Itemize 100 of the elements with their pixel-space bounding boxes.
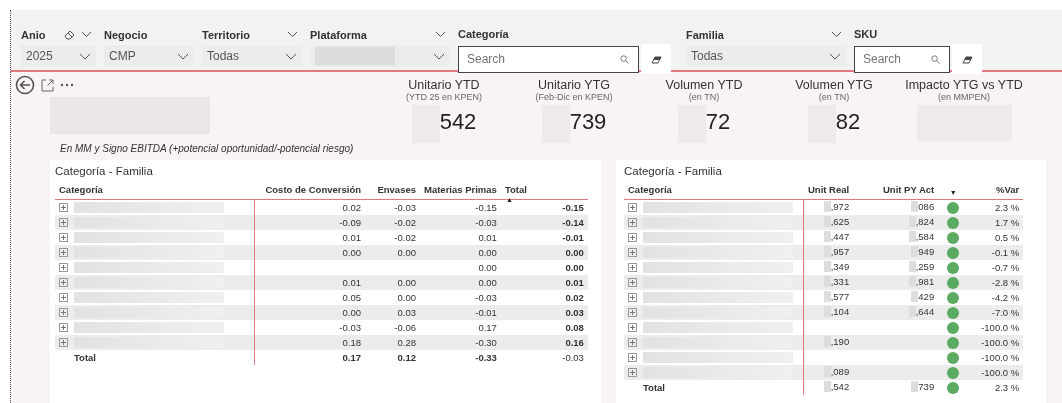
table-cell: -100.0 % <box>981 352 1020 363</box>
table-cell: 0.01 <box>478 232 497 243</box>
chevron-icon <box>79 52 91 60</box>
kpi-value: 542 <box>439 109 477 135</box>
redacted-block <box>911 201 919 212</box>
expand-icon[interactable] <box>59 338 68 347</box>
redacted-block <box>823 276 831 287</box>
table-cell: -0.02 <box>394 217 416 228</box>
dropdown[interactable]: 2025 <box>21 45 96 67</box>
chevron-icon[interactable] <box>435 31 446 38</box>
table-cell: ,542 <box>830 381 850 392</box>
redacted-block <box>911 291 919 302</box>
dropdown[interactable]: Todas <box>686 45 846 67</box>
column-header[interactable]: Materias Primas <box>424 183 497 195</box>
redacted-block <box>823 201 831 212</box>
expand-icon[interactable] <box>628 368 637 377</box>
expand-icon[interactable] <box>628 353 637 362</box>
table-cell: ,190 <box>830 336 850 347</box>
expand-icon[interactable] <box>59 233 68 242</box>
redacted-block <box>823 261 831 272</box>
expand-icon[interactable] <box>59 293 68 302</box>
focus-mode-icon[interactable] <box>41 78 54 92</box>
search-icon <box>620 54 629 64</box>
back-icon[interactable] <box>15 75 35 95</box>
expand-icon[interactable] <box>628 248 637 257</box>
clear-button[interactable] <box>952 44 982 74</box>
table-cell: -0.14 <box>562 217 584 228</box>
eraser-icon[interactable] <box>64 29 76 40</box>
expand-icon[interactable] <box>59 263 68 272</box>
expand-icon[interactable] <box>59 248 68 257</box>
search-field[interactable]: Search <box>458 45 639 73</box>
expand-icon[interactable] <box>628 263 637 272</box>
expand-icon[interactable] <box>59 203 68 212</box>
table-cell: 429 <box>918 291 935 302</box>
table-cell: ,331 <box>830 276 850 287</box>
column-header[interactable]: Total <box>504 183 527 195</box>
redacted-block <box>823 291 831 302</box>
total-label: Total <box>642 382 665 393</box>
chevron-icon[interactable] <box>81 31 92 38</box>
table-cell: 0.5 % <box>994 232 1020 243</box>
expand-icon[interactable] <box>59 278 68 287</box>
expand-icon[interactable] <box>628 278 637 287</box>
clear-button[interactable] <box>641 44 671 74</box>
column-header[interactable]: Costo de Conversión <box>265 183 361 195</box>
redacted-block <box>823 336 831 347</box>
table-cell: ,577 <box>830 291 850 302</box>
kpi-title: Volumen YTG <box>795 78 873 92</box>
redacted-block <box>823 246 831 257</box>
filter-label: Negocio <box>104 28 148 41</box>
table-cell: ,981 <box>915 276 935 287</box>
table-cell: 0.05 <box>342 292 361 303</box>
table-cell: 739 <box>918 381 935 392</box>
table-cell: -0.15 <box>475 202 497 213</box>
redacted-block <box>908 231 916 242</box>
table-cell: ,972 <box>830 201 850 212</box>
chevron-icon <box>285 52 297 60</box>
table-cell: 0.03 <box>397 307 416 318</box>
expand-icon[interactable] <box>628 293 637 302</box>
search-field[interactable]: Search <box>854 45 950 73</box>
expand-icon[interactable] <box>628 233 637 242</box>
expand-icon[interactable] <box>628 308 637 317</box>
table-cell: -0.7 % <box>991 262 1020 273</box>
column-header[interactable]: Unit Real <box>808 183 850 195</box>
table-cell: 0.03 <box>565 307 584 318</box>
column-header[interactable]: Envases <box>377 183 416 195</box>
table-cell: ,349 <box>830 261 850 272</box>
table-cell: -0.15 <box>562 202 584 213</box>
expand-icon[interactable] <box>59 218 68 227</box>
chevron-icon[interactable] <box>831 31 842 38</box>
expand-icon[interactable] <box>628 203 637 212</box>
chevron-icon <box>433 52 445 60</box>
table-cell: -0.01 <box>562 232 584 243</box>
table-cell: 0.00 <box>397 292 416 303</box>
column-header[interactable]: Unit PY Act <box>883 183 935 195</box>
expand-icon[interactable] <box>59 308 68 317</box>
redacted-block <box>908 216 916 227</box>
redacted-block <box>823 306 831 317</box>
column-header[interactable]: Categoría <box>628 183 672 195</box>
dropdown[interactable]: Todas <box>202 45 302 67</box>
kpi-value: 82 <box>835 109 861 135</box>
expand-icon[interactable] <box>628 338 637 347</box>
note-text: En MM y Signo EBITDA (+potencial oportunidad/-potencial riesgo) <box>60 143 355 154</box>
column-header[interactable]: Categoría <box>59 183 103 195</box>
expand-icon[interactable] <box>628 218 637 227</box>
redacted-block <box>908 261 916 272</box>
table-cell: 0.18 <box>342 337 361 348</box>
table-cell: 0.01 <box>565 277 584 288</box>
table-cell: 0.00 <box>397 247 416 258</box>
table-cell: -100.0 % <box>981 367 1020 378</box>
more-options-icon[interactable] <box>60 83 74 87</box>
table-cell: -0.09 <box>339 217 361 228</box>
table-cell: 0.00 <box>565 262 584 273</box>
column-header[interactable]: %Var <box>995 183 1020 195</box>
expand-icon[interactable] <box>628 323 637 332</box>
table-cell: 0.01 <box>342 277 361 288</box>
table-cell: 0.00 <box>397 277 416 288</box>
chevron-icon[interactable] <box>287 31 298 38</box>
dropdown[interactable]: CMP <box>104 45 194 67</box>
expand-icon[interactable] <box>59 323 68 332</box>
table-cell: ,824 <box>915 216 935 227</box>
